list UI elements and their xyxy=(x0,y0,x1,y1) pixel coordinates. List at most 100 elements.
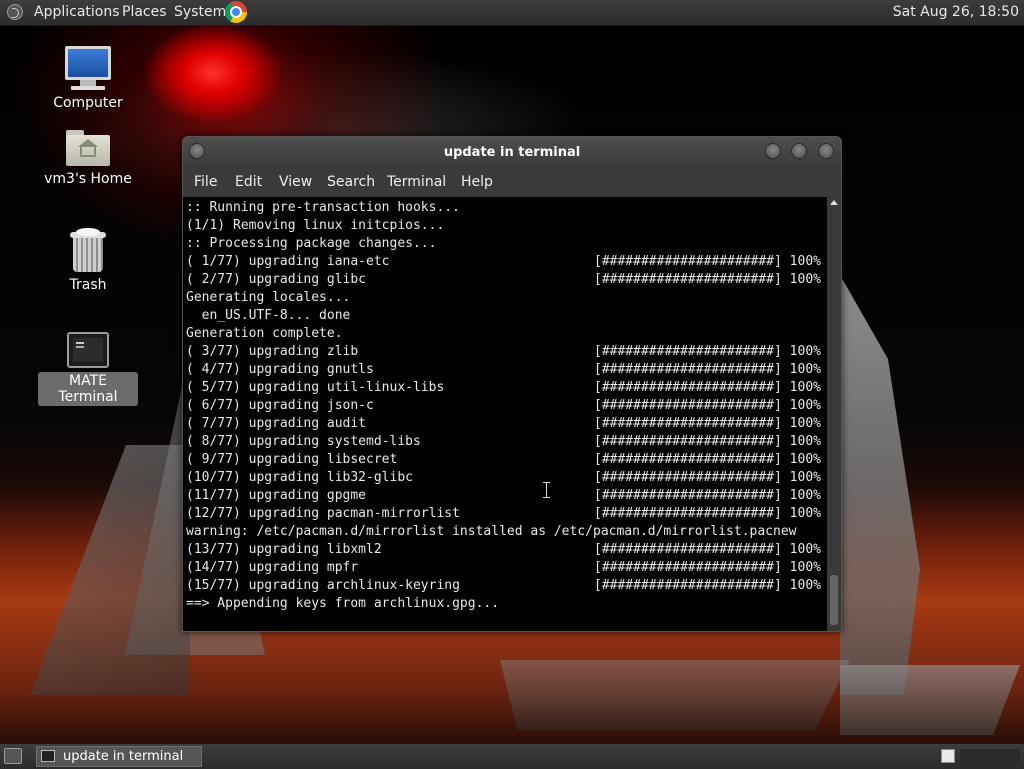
desktop-icon-label: Computer xyxy=(53,95,123,111)
desktop-icon-label: Trash xyxy=(69,277,107,293)
menubar: File Edit View Search Terminal Help xyxy=(183,167,841,197)
terminal-line: ( 6/77) upgrading json-c [###############… xyxy=(186,397,821,415)
applications-menu[interactable]: Applications xyxy=(34,4,120,20)
terminal-line-text: ( 7/77) upgrading audit xyxy=(186,416,367,431)
show-desktop-icon[interactable] xyxy=(4,748,22,764)
terminal-line: (11/77) upgrading gpgme [################… xyxy=(186,487,821,505)
terminal-line: (1/1) Removing linux initcpios... xyxy=(186,218,445,233)
chrome-launcher-icon[interactable] xyxy=(225,1,247,23)
clock[interactable]: Sat Aug 26, 18:50 xyxy=(893,4,1019,20)
progress-bar-text: [######################] 100% xyxy=(594,578,821,593)
terminal-line: ( 7/77) upgrading audit [################… xyxy=(186,415,821,433)
desktop-icon-mate-terminal[interactable]: MATE Terminal xyxy=(38,332,138,406)
terminal-line: ( 5/77) upgrading util-linux-libs [######… xyxy=(186,379,821,397)
terminal-line: (14/77) upgrading mpfr [#################… xyxy=(186,559,821,577)
terminal-line: (10/77) upgrading lib32-glibc [##########… xyxy=(186,469,821,487)
progress-bar-text: [######################] 100% xyxy=(594,380,821,395)
terminal-line-text: ( 4/77) upgrading gnutls xyxy=(186,362,374,377)
places-menu[interactable]: Places xyxy=(122,4,167,20)
desktop-icon-label: MATE Terminal xyxy=(38,372,138,406)
menu-view[interactable]: View xyxy=(279,174,312,190)
terminal-line: :: Running pre-transaction hooks... xyxy=(186,200,460,215)
terminal-output[interactable]: :: Running pre-transaction hooks...(1/1)… xyxy=(183,197,827,631)
close-icon[interactable] xyxy=(818,143,834,159)
wallpaper-shape xyxy=(30,445,190,695)
terminal-line-text: ( 5/77) upgrading util-linux-libs xyxy=(186,380,445,395)
terminal-line-text: ( 9/77) upgrading libsecret xyxy=(186,452,398,467)
mate-logo-icon[interactable] xyxy=(7,4,23,20)
maximize-icon[interactable] xyxy=(791,143,807,159)
menu-edit[interactable]: Edit xyxy=(235,174,262,190)
terminal-line: ( 3/77) upgrading zlib [#################… xyxy=(186,343,821,361)
terminal-line-text: ( 6/77) upgrading json-c xyxy=(186,398,374,413)
terminal-line: ( 4/77) upgrading gnutls [###############… xyxy=(186,361,821,379)
trash-icon xyxy=(70,228,106,272)
terminal-line: (12/77) upgrading pacman-mirrorlist [####… xyxy=(186,505,821,523)
terminal-icon xyxy=(67,332,109,368)
progress-bar-text: [######################] 100% xyxy=(594,560,821,575)
taskbar-button-update-terminal[interactable]: update in terminal xyxy=(36,746,202,767)
terminal-line: ( 1/77) upgrading iana-etc [#############… xyxy=(186,253,821,271)
scrollbar-thumb[interactable] xyxy=(830,575,838,625)
minimize-icon[interactable] xyxy=(765,143,781,159)
terminal-line: (13/77) upgrading libxml2 [##############… xyxy=(186,541,821,559)
text-cursor-icon xyxy=(543,482,550,498)
progress-bar-text: [######################] 100% xyxy=(594,272,821,287)
terminal-line: Generation complete. xyxy=(186,326,343,341)
progress-bar-text: [######################] 100% xyxy=(594,416,821,431)
wallpaper-shape xyxy=(840,665,1020,735)
terminal-line: ( 8/77) upgrading systemd-libs [#########… xyxy=(186,433,821,451)
progress-bar-text: [######################] 100% xyxy=(594,488,821,503)
scrollbar[interactable] xyxy=(827,197,841,631)
progress-bar-text: [######################] 100% xyxy=(594,506,821,521)
terminal-line-text: ( 8/77) upgrading systemd-libs xyxy=(186,434,421,449)
menu-search[interactable]: Search xyxy=(327,174,375,190)
wallpaper-shape xyxy=(500,660,850,730)
home-folder-icon xyxy=(66,130,110,166)
terminal-line-text: ( 2/77) upgrading glibc xyxy=(186,272,367,287)
terminal-line-text: (12/77) upgrading pacman-mirrorlist xyxy=(186,506,460,521)
terminal-line: en_US.UTF-8... done xyxy=(186,308,351,323)
workspace-switcher[interactable] xyxy=(960,749,1020,763)
workspace-switcher-1[interactable] xyxy=(941,749,955,763)
desktop-icon-trash[interactable]: Trash xyxy=(38,228,138,294)
progress-bar-text: [######################] 100% xyxy=(594,398,821,413)
menu-help[interactable]: Help xyxy=(461,174,493,190)
terminal-line-text: (11/77) upgrading gpgme xyxy=(186,488,367,503)
terminal-line: ==> Appending keys from archlinux.gpg... xyxy=(186,596,500,611)
wallpaper-shape xyxy=(840,275,920,695)
progress-bar-text: [######################] 100% xyxy=(594,542,821,557)
window-titlebar[interactable]: update in terminal xyxy=(183,137,841,167)
progress-bar-text: [######################] 100% xyxy=(594,470,821,485)
desktop-icon-home[interactable]: vm3's Home xyxy=(38,130,138,188)
terminal-window[interactable]: update in terminal File Edit View Search… xyxy=(182,136,842,632)
terminal-line: (15/77) upgrading archlinux-keyring [####… xyxy=(186,577,821,595)
desktop-icon-label: vm3's Home xyxy=(44,171,132,187)
terminal-line-text: ( 1/77) upgrading iana-etc xyxy=(186,254,390,269)
menu-file[interactable]: File xyxy=(194,174,217,190)
system-menu[interactable]: System xyxy=(174,4,226,20)
terminal-line-text: (10/77) upgrading lib32-glibc xyxy=(186,470,413,485)
window-title: update in terminal xyxy=(443,145,581,160)
scroll-up-icon[interactable] xyxy=(830,200,838,205)
terminal-line: warning: /etc/pacman.d/mirrorlist instal… xyxy=(186,524,797,539)
progress-bar-text: [######################] 100% xyxy=(594,362,821,377)
desktop-icon-computer[interactable]: Computer xyxy=(38,46,138,112)
terminal-lines: :: Running pre-transaction hooks...(1/1)… xyxy=(186,199,821,613)
progress-bar-text: [######################] 100% xyxy=(594,344,821,359)
taskbar-label: update in terminal xyxy=(63,749,184,764)
bottom-panel: update in terminal xyxy=(0,743,1024,769)
terminal-line: ( 9/77) upgrading libsecret [############… xyxy=(186,451,821,469)
progress-bar-text: [######################] 100% xyxy=(594,452,821,467)
top-panel: Applications Places System Sat Aug 26, 1… xyxy=(0,0,1024,26)
terminal-line: :: Processing package changes... xyxy=(186,236,437,251)
terminal-icon xyxy=(41,750,55,762)
terminal-line-text: ( 3/77) upgrading zlib xyxy=(186,344,359,359)
menu-terminal[interactable]: Terminal xyxy=(387,174,446,190)
terminal-line: Generating locales... xyxy=(186,290,351,305)
terminal-line-text: (13/77) upgrading libxml2 xyxy=(186,542,382,557)
progress-bar-text: [######################] 100% xyxy=(594,434,821,449)
terminal-line: ( 2/77) upgrading glibc [################… xyxy=(186,271,821,289)
terminal-line-text: (15/77) upgrading archlinux-keyring xyxy=(186,578,460,593)
progress-bar-text: [######################] 100% xyxy=(594,254,821,269)
